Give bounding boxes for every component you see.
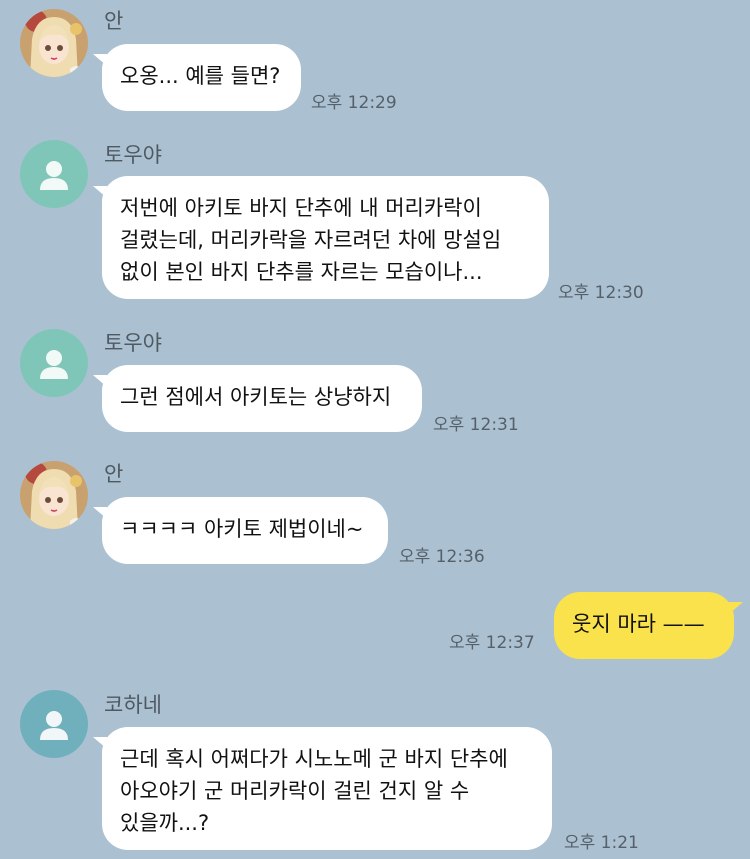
sender-name: 안 — [104, 9, 124, 33]
message-bubble[interactable]: 오옹... 예를 들면? — [93, 44, 301, 111]
message-bubble[interactable]: 그런 점에서 아키토는 상냥하지 — [93, 365, 422, 432]
message-time: 오후 12:29 — [311, 93, 397, 113]
anime-girl-avatar-icon — [20, 9, 88, 77]
avatar-an[interactable] — [20, 9, 88, 77]
message-time: 오후 12:31 — [433, 415, 519, 435]
sender-name: 토우야 — [104, 143, 162, 167]
message-time: 오후 1:21 — [564, 833, 639, 853]
my-message-bubble[interactable]: 웃지 마라 —— — [554, 592, 743, 659]
sender-name: 토우야 — [104, 331, 162, 355]
message-time: 오후 12:30 — [558, 283, 644, 303]
message-bubble[interactable]: ㅋㅋㅋㅋ 아키토 제법이네~ — [93, 497, 388, 564]
sender-name: 코하네 — [104, 693, 162, 717]
sender-name: 안 — [104, 462, 124, 486]
avatar-towa[interactable] — [20, 140, 88, 208]
message-time: 오후 12:36 — [399, 547, 485, 567]
avatar-towa[interactable] — [20, 329, 88, 397]
person-silhouette-icon — [40, 161, 68, 190]
avatar-an[interactable] — [20, 461, 88, 529]
avatar-kohane[interactable] — [20, 690, 88, 758]
person-silhouette-icon — [40, 350, 68, 379]
message-bubble[interactable]: 근데 혹시 어쩌다가 시노노메 군 바지 단추에 아오야기 군 머리카락이 걸린… — [93, 727, 552, 850]
message-time: 오후 12:37 — [449, 633, 535, 653]
message-bubble[interactable]: 저번에 아키토 바지 단추에 내 머리카락이 걸렸는데, 머리카락을 자르려던 … — [93, 176, 549, 299]
anime-girl-avatar-icon — [20, 461, 88, 529]
person-silhouette-icon — [40, 711, 68, 740]
